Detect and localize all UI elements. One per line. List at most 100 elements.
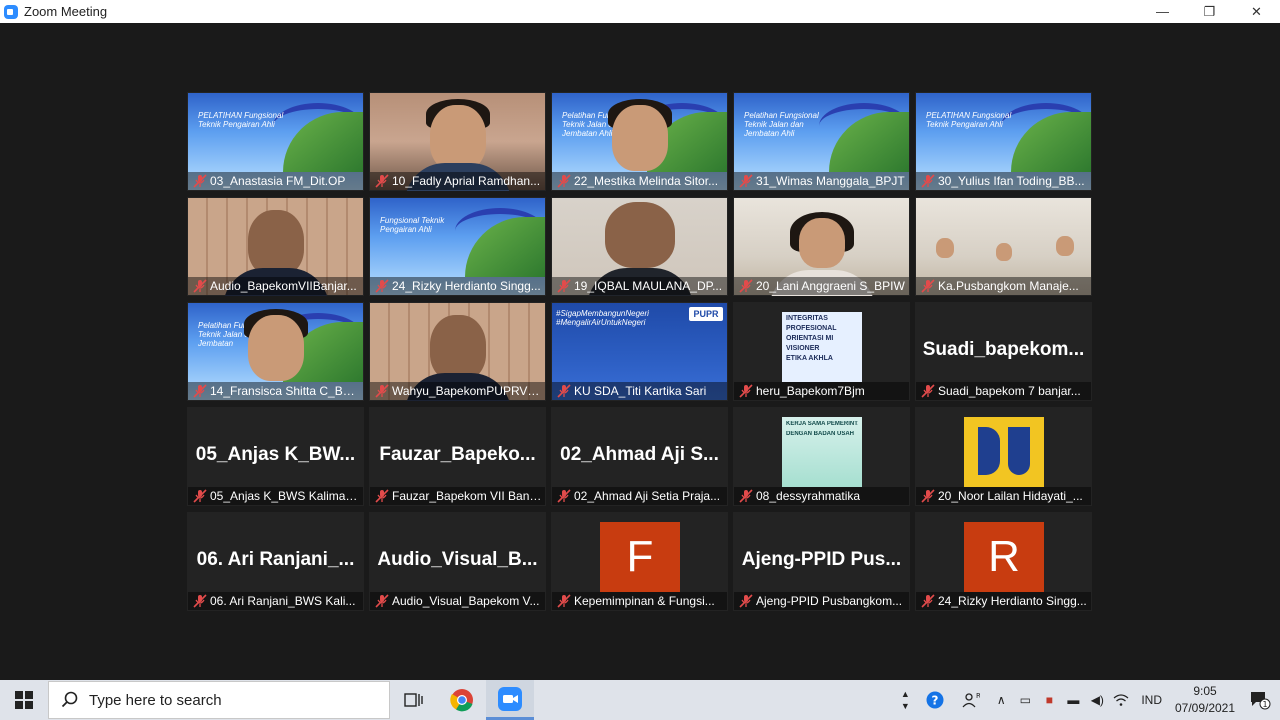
avatar: R <box>964 522 1044 592</box>
poster-graphic: KERJA SAMA PEMERINTA DENGAN BADAN USAH <box>782 417 862 487</box>
muted-mic-icon <box>193 489 207 503</box>
participant-name: 05_Anjas K_BWS Kaliman... <box>210 489 360 503</box>
poster-line: PROFESIONAL <box>786 325 837 332</box>
window-controls: — ❐ ✕ <box>1139 0 1280 23</box>
muted-mic-icon <box>193 594 207 608</box>
zoom-logo-icon <box>4 4 18 19</box>
muted-mic-icon <box>375 594 389 608</box>
tray-help[interactable]: ? <box>917 680 953 720</box>
participant-tile[interactable]: KERJA SAMA PEMERINTA DENGAN BADAN USAH 08_… <box>733 407 910 506</box>
tray-scroll[interactable]: ▲ ▼ <box>893 680 917 720</box>
pu-logo <box>964 417 1044 487</box>
chevron-up-icon: ▲ <box>900 689 910 699</box>
participant-tile[interactable]: 19_IQBAL MAULANA_DP... <box>551 197 728 296</box>
participant-tile[interactable]: F Kepemimpinan & Fungsi... <box>551 512 728 611</box>
face-shape <box>612 105 668 171</box>
restore-button[interactable]: ❐ <box>1186 0 1233 23</box>
participant-tile[interactable]: PELATIHAN Fungsional Teknik Pengairan Ah… <box>187 92 364 191</box>
taskbar-zoom[interactable] <box>486 680 534 720</box>
notification-count: 1 <box>1262 700 1267 709</box>
input-language[interactable]: IND <box>1133 693 1170 707</box>
participant-tile[interactable]: Pelatihan Fungsional Teknik Jalan dan Je… <box>733 92 910 191</box>
clock-date: 07/09/2021 <box>1174 701 1236 715</box>
tray-network[interactable] <box>1109 680 1133 720</box>
participant-name-bar: 31_Wimas Manggala_BPJT <box>734 172 909 190</box>
slide-text: Pelatihan Fungsional Teknik Jalan dan Je… <box>744 111 819 138</box>
tray-overflow[interactable]: ∧ <box>989 680 1013 720</box>
participant-name: 03_Anastasia FM_Dit.OP <box>210 174 346 188</box>
tray-volume[interactable]: ◀) <box>1085 680 1109 720</box>
title-bar: Zoom Meeting — ❐ ✕ <box>0 0 1280 23</box>
participant-tile[interactable]: Ka.Pusbangkom Manaje... <box>915 197 1092 296</box>
taskbar-chrome[interactable] <box>438 680 486 720</box>
participant-name: 30_Yulius Ifan Toding_BB... <box>938 174 1085 188</box>
participant-name: Suadi_bapekom 7 banjar... <box>938 384 1081 398</box>
face-shape <box>248 210 304 276</box>
participant-tile[interactable]: #SigapMembangunNegeri #MengalirAirUntukN… <box>551 302 728 401</box>
notification-icon: 1 <box>1251 692 1271 710</box>
participant-name: Audio_Visual_Bapekom V... <box>392 594 540 608</box>
taskbar-search-box[interactable]: Type here to search <box>48 681 390 719</box>
windows-logo-icon <box>15 691 33 709</box>
participant-tile[interactable]: Audio_Visual_B... Audio_Visual_Bapekom V.… <box>369 512 546 611</box>
participant-tile[interactable]: Pelatihan Fungsional Teknik Jalan dan Je… <box>187 302 364 401</box>
participant-tile[interactable]: INTEGRITAS PROFESIONAL ORIENTASI MI VISIONE… <box>733 302 910 401</box>
muted-mic-icon <box>739 279 753 293</box>
tray-people[interactable]: R <box>953 680 989 720</box>
tray-battery[interactable]: ▬ <box>1061 680 1085 720</box>
slide-text: PELATIHAN Fungsional Teknik Pengairan Ah… <box>926 111 1012 129</box>
tray-app-2[interactable]: ■ <box>1037 680 1061 720</box>
participant-display-name: 02_Ahmad Aji S... <box>560 444 719 465</box>
start-button[interactable] <box>0 680 48 720</box>
action-center-button[interactable]: 1 <box>1240 680 1280 720</box>
participant-tile[interactable]: 06. Ari Ranjani_... 06. Ari Ranjani_BWS K… <box>187 512 364 611</box>
participant-tile[interactable]: Fauzar_Bapeko... Fauzar_Bapekom VII Banj.… <box>369 407 546 506</box>
participant-name: 22_Mestika Melinda Sitor... <box>574 174 719 188</box>
participant-tile[interactable]: Ajeng-PPID Pus... Ajeng-PPID Pusbangkom..… <box>733 512 910 611</box>
muted-mic-icon <box>921 489 935 503</box>
search-icon <box>61 691 78 708</box>
participant-name-bar: Audio_BapekomVIIBanjar... <box>188 277 363 295</box>
face-shape <box>936 238 954 258</box>
participant-name: 31_Wimas Manggala_BPJT <box>756 174 905 188</box>
participant-display-name: Ajeng-PPID Pus... <box>741 549 902 570</box>
muted-mic-icon <box>739 594 753 608</box>
poster-line: INTEGRITAS <box>786 315 828 322</box>
tray-app-1[interactable]: ▭ <box>1013 680 1037 720</box>
close-button[interactable]: ✕ <box>1233 0 1280 23</box>
participant-tile[interactable]: 20_Noor Lailan Hidayati_... <box>915 407 1092 506</box>
participant-name-bar: 05_Anjas K_BWS Kaliman... <box>188 487 363 505</box>
participant-display-name: 05_Anjas K_BW... <box>195 444 356 465</box>
participant-name-bar: 02_Ahmad Aji Setia Praja... <box>552 487 727 505</box>
participant-tile[interactable]: 02_Ahmad Aji S... 02_Ahmad Aji Setia Praj… <box>551 407 728 506</box>
participant-tile[interactable]: 05_Anjas K_BW... 05_Anjas K_BWS Kaliman..… <box>187 407 364 506</box>
participant-tile[interactable]: PELATIHAN Fungsional Teknik Pengairan Ah… <box>915 92 1092 191</box>
muted-mic-icon <box>739 384 753 398</box>
participant-tile[interactable]: 10_Fadly Aprial Ramdhan... <box>369 92 546 191</box>
participant-tile[interactable]: Wahyu_BapekomPUPRVII... <box>369 302 546 401</box>
participant-name-bar: Fauzar_Bapekom VII Banj... <box>370 487 545 505</box>
task-view-button[interactable] <box>390 680 438 720</box>
muted-mic-icon <box>921 174 935 188</box>
gallery-grid: PELATIHAN Fungsional Teknik Pengairan Ah… <box>187 92 1093 611</box>
participant-name: Wahyu_BapekomPUPRVII... <box>392 384 542 398</box>
muted-mic-icon <box>739 489 753 503</box>
participant-tile[interactable]: Suadi_bapekom... Suadi_bapekom 7 banjar..… <box>915 302 1092 401</box>
poster-line: DENGAN BADAN USAH <box>786 431 855 437</box>
help-icon: ? <box>926 691 944 709</box>
participant-tile[interactable]: Fungsional Teknik Pengairan Ahli 24_Rizky… <box>369 197 546 296</box>
poster-line: KERJA SAMA PEMERINTA <box>786 421 858 427</box>
speaker-icon: ◀) <box>1090 693 1104 707</box>
minimize-button[interactable]: — <box>1139 0 1186 23</box>
participant-name: Ka.Pusbangkom Manaje... <box>938 279 1079 293</box>
face-shape <box>248 315 304 381</box>
participant-tile[interactable]: 20_Lani Anggraeni S_BPIW <box>733 197 910 296</box>
participant-tile[interactable]: Pelatihan Fungsional Teknik Jalan dan Je… <box>551 92 728 191</box>
participant-name: 19_IQBAL MAULANA_DP... <box>574 279 723 293</box>
taskbar-clock[interactable]: 9:05 07/09/2021 <box>1170 683 1240 717</box>
participant-name-bar: Kepemimpinan & Fungsi... <box>552 592 727 610</box>
participant-tile[interactable]: Audio_BapekomVIIBanjar... <box>187 197 364 296</box>
muted-mic-icon <box>193 279 207 293</box>
participant-tile[interactable]: R 24_Rizky Herdianto Singg... <box>915 512 1092 611</box>
wifi-icon <box>1113 694 1129 706</box>
